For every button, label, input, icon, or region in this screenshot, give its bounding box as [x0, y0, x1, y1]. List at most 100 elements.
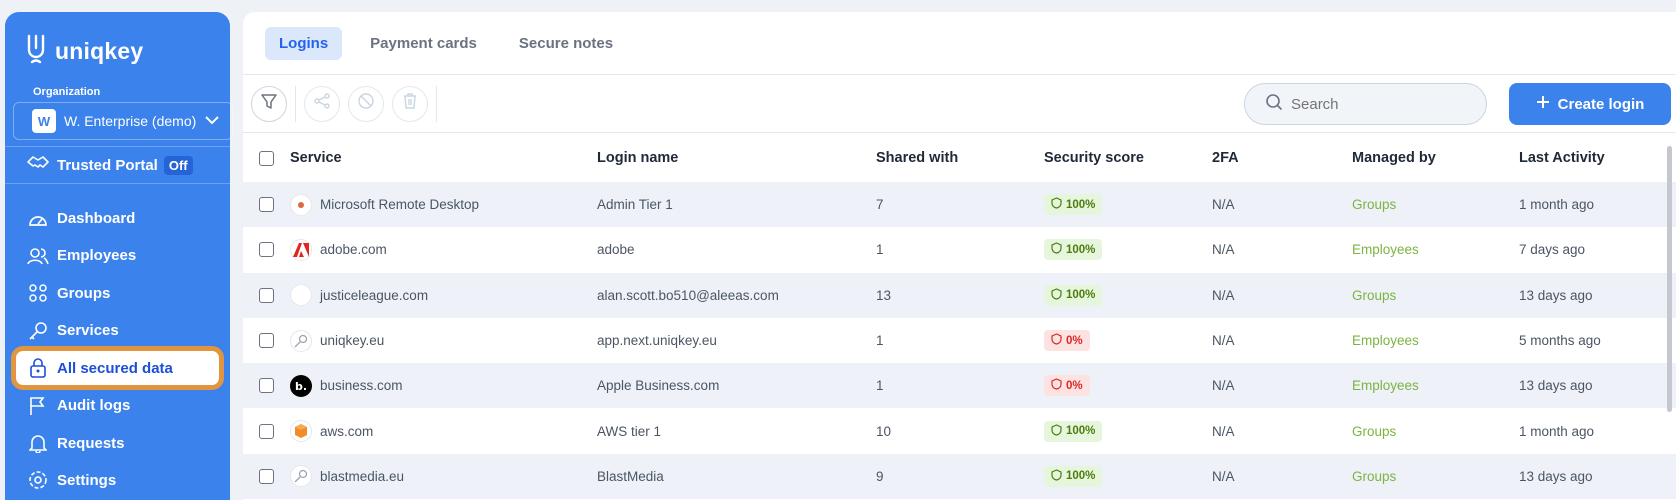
header-2fa[interactable]: 2FA — [1212, 150, 1352, 166]
sidebar-item-label: All secured data — [57, 359, 173, 377]
table-row[interactable]: justiceleague.com alan.scott.bo510@aleea… — [243, 272, 1676, 318]
uniqkey-logo-icon — [25, 34, 47, 69]
twofa-status: N/A — [1212, 197, 1235, 213]
login-name: BlastMedia — [597, 468, 664, 484]
twofa-status: N/A — [1212, 242, 1235, 258]
header-shared-with[interactable]: Shared with — [876, 150, 1044, 166]
sidebar-item-dashboard[interactable]: Dashboard — [5, 200, 230, 237]
login-name: adobe — [597, 242, 635, 258]
sidebar-item-label: Audit logs — [57, 397, 131, 415]
users-icon — [27, 245, 49, 267]
managed-by-link[interactable]: Employees — [1352, 378, 1419, 393]
shield-icon — [1051, 242, 1062, 257]
sidebar-item-employees[interactable]: Employees — [5, 237, 230, 274]
sidebar-item-audit-logs[interactable]: Audit logs — [5, 387, 230, 424]
logo[interactable]: uniqkey — [25, 34, 143, 69]
toolbar-divider — [436, 85, 437, 122]
shield-icon — [1051, 197, 1062, 212]
organization-select[interactable]: W W. Enterprise (demo) — [13, 102, 233, 140]
tab-secure-notes[interactable]: Secure notes — [505, 27, 627, 60]
last-activity: 1 month ago — [1519, 197, 1595, 213]
adobe-icon — [290, 238, 312, 261]
table-row[interactable]: blastmedia.eu BlastMedia 9 100% N/A Grou… — [243, 453, 1676, 500]
table-row[interactable]: uniqkey.eu app.next.uniqkey.eu 1 0% N/A … — [243, 318, 1676, 363]
sidebar-item-label: Services — [57, 322, 119, 340]
search-input[interactable] — [1291, 95, 1471, 113]
tab-payment-cards[interactable]: Payment cards — [356, 27, 491, 60]
login-name: Admin Tier 1 — [597, 197, 673, 213]
header-login-name[interactable]: Login name — [597, 150, 876, 166]
gauge-icon — [27, 208, 49, 230]
twofa-status: N/A — [1212, 423, 1235, 439]
row-checkbox[interactable] — [259, 197, 274, 213]
trusted-portal-status: Off — [163, 155, 193, 175]
share-button[interactable] — [304, 85, 340, 122]
managed-by-link[interactable]: Groups — [1352, 288, 1396, 303]
service-name: adobe.com — [320, 242, 387, 258]
key-icon — [27, 320, 49, 342]
twofa-status: N/A — [1212, 378, 1235, 394]
bell-icon — [27, 432, 49, 454]
row-checkbox[interactable] — [259, 242, 274, 258]
header-last-activity[interactable]: Last Activity — [1519, 150, 1669, 166]
select-all-checkbox[interactable] — [259, 150, 274, 166]
sidebar-nav: Dashboard Employees Groups Services All … — [5, 200, 230, 499]
row-checkbox[interactable] — [259, 378, 274, 394]
block-button[interactable] — [348, 85, 384, 122]
trusted-portal-toggle[interactable]: Trusted Portal Off — [5, 146, 230, 184]
service-name: aws.com — [320, 423, 374, 439]
last-activity: 5 months ago — [1519, 333, 1601, 349]
security-score-badge: 0% — [1044, 330, 1090, 352]
shared-with: 10 — [876, 423, 892, 439]
gear-icon — [27, 469, 49, 491]
plus-icon — [1536, 95, 1550, 113]
header-managed-by[interactable]: Managed by — [1352, 150, 1519, 166]
security-score-badge: 100% — [1044, 420, 1103, 442]
shared-with: 7 — [876, 197, 884, 213]
sidebar-item-settings[interactable]: Settings — [5, 462, 230, 499]
delete-button[interactable] — [392, 85, 428, 122]
filter-button[interactable] — [251, 85, 287, 122]
managed-by-link[interactable]: Groups — [1352, 469, 1396, 484]
table-header: Service Login name Shared with Security … — [243, 134, 1676, 182]
sidebar-item-requests[interactable]: Requests — [5, 424, 230, 461]
header-service[interactable]: Service — [290, 150, 597, 166]
trash-icon — [401, 92, 419, 115]
login-name: AWS tier 1 — [597, 423, 662, 439]
business-icon: b. — [290, 374, 312, 397]
org-name: W. Enterprise (demo) — [64, 113, 197, 129]
row-checkbox[interactable] — [259, 468, 274, 484]
svg-text:b.: b. — [295, 380, 307, 393]
key-icon — [290, 465, 312, 488]
shield-icon — [1051, 333, 1062, 348]
table-row[interactable]: aws.com AWS tier 1 10 100% N/A Groups 1 … — [243, 408, 1676, 453]
sidebar: uniqkey Organization W W. Enterprise (de… — [5, 12, 233, 500]
sidebar-item-all-secured-data[interactable]: All secured data — [11, 346, 224, 391]
table-body: Microsoft Remote Desktop Admin Tier 1 7 … — [243, 182, 1676, 500]
table-row[interactable]: Microsoft Remote Desktop Admin Tier 1 7 … — [243, 182, 1676, 228]
row-checkbox[interactable] — [259, 333, 274, 349]
scrollbar[interactable] — [1667, 146, 1672, 412]
table-row[interactable]: b. business.com Apple Business.com 1 0% … — [243, 363, 1676, 409]
last-activity: 13 days ago — [1519, 468, 1593, 484]
tab-logins[interactable]: Logins — [265, 26, 343, 60]
sidebar-item-label: Dashboard — [57, 210, 136, 228]
managed-by-link[interactable]: Groups — [1352, 197, 1396, 212]
sidebar-item-groups[interactable]: Groups — [5, 275, 230, 312]
header-security-score[interactable]: Security score — [1044, 150, 1212, 166]
row-checkbox[interactable] — [259, 287, 274, 303]
shield-icon — [1051, 378, 1062, 393]
last-activity: 13 days ago — [1519, 287, 1593, 303]
row-checkbox[interactable] — [259, 423, 274, 439]
create-login-button[interactable]: Create login — [1509, 83, 1671, 125]
login-name: Apple Business.com — [597, 378, 720, 394]
managed-by-link[interactable]: Employees — [1352, 333, 1419, 348]
remote-desktop-icon — [290, 193, 312, 216]
shared-with: 1 — [876, 242, 884, 258]
managed-by-link[interactable]: Employees — [1352, 242, 1419, 257]
flag-icon — [27, 395, 49, 417]
managed-by-link[interactable]: Groups — [1352, 424, 1396, 439]
table-row[interactable]: adobe.com adobe 1 100% N/A Employees 7 d… — [243, 227, 1676, 272]
sidebar-item-services[interactable]: Services — [5, 312, 230, 349]
handshake-icon — [27, 154, 49, 177]
